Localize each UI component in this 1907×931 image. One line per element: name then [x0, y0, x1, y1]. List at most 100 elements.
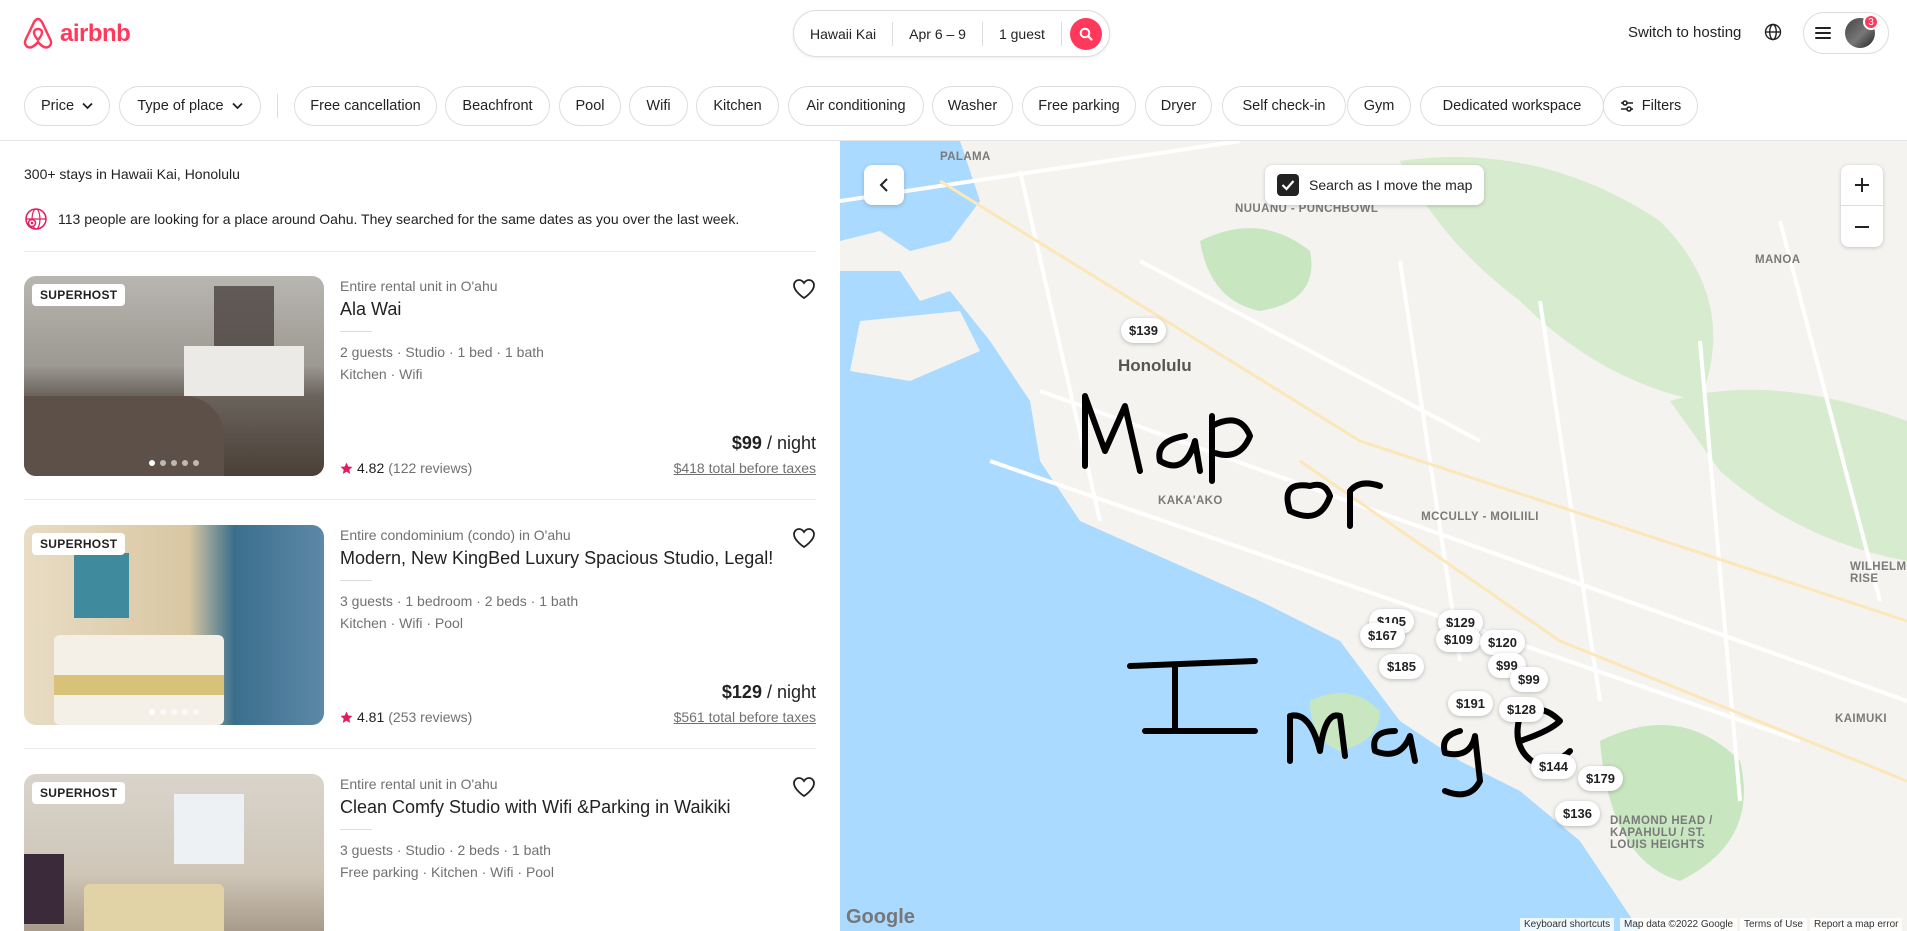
listing-title[interactable]: Ala Wai: [340, 299, 401, 320]
heart-icon[interactable]: [792, 278, 816, 300]
divider: [24, 251, 816, 252]
keyboard-shortcuts-link[interactable]: Keyboard shortcuts: [1520, 918, 1615, 931]
chip-kitchen[interactable]: Kitchen: [696, 86, 779, 126]
heart-icon[interactable]: [792, 527, 816, 549]
demand-notice-text: 113 people are looking for a place aroun…: [58, 211, 740, 227]
chevron-left-icon: [879, 178, 888, 192]
plus-icon: [1855, 178, 1869, 192]
chevron-down-icon: [231, 102, 243, 110]
price-filter-button[interactable]: Price: [24, 86, 110, 126]
price-pin[interactable]: $136: [1555, 801, 1600, 826]
airbnb-logo[interactable]: airbnb: [22, 17, 131, 50]
listing-card[interactable]: SUPERHOST Entire condominium (condo) in …: [24, 525, 816, 725]
search-location[interactable]: Hawaii Kai: [794, 21, 894, 46]
map-data-text: Map data ©2022 Google: [1620, 918, 1738, 931]
notification-badge: 3: [1863, 14, 1879, 30]
listing-title[interactable]: Clean Comfy Studio with Wifi &Parking in…: [340, 797, 730, 818]
chip-dryer[interactable]: Dryer: [1145, 86, 1212, 126]
superhost-badge: SUPERHOST: [32, 533, 126, 555]
map-panel[interactable]: PALAMA NUUANU - PUNCHBOWL MANOA Honolulu…: [840, 141, 1907, 931]
chip-wifi[interactable]: Wifi: [629, 86, 688, 126]
search-location-text: Hawaii Kai: [810, 25, 877, 42]
listing-photo[interactable]: SUPERHOST: [24, 774, 324, 931]
map-label-moiliili: MCCULLY - MOILIILI: [1421, 511, 1539, 523]
terms-of-use-link[interactable]: Terms of Use: [1740, 918, 1807, 931]
total-price-link[interactable]: $561 total before taxes: [674, 709, 816, 725]
listing-card[interactable]: SUPERHOST Entire rental unit in O'ahu Al…: [24, 276, 816, 476]
zoom-in-button[interactable]: [1841, 165, 1883, 206]
chip-free-cancellation[interactable]: Free cancellation: [294, 86, 437, 126]
counter-shape: [184, 346, 304, 396]
listing-amenities: Kitchen · Wifi: [340, 366, 423, 382]
listing-subtitle: Entire condominium (condo) in O'ahu: [340, 527, 571, 543]
checkbox-checked-icon: [1277, 174, 1299, 196]
chip-dedicated-workspace[interactable]: Dedicated workspace: [1420, 86, 1604, 126]
google-logo: Google: [846, 906, 915, 928]
search-button[interactable]: [1070, 18, 1102, 50]
chip-pool[interactable]: Pool: [559, 86, 621, 126]
bed-runner-shape: [54, 675, 224, 695]
photo-carousel-dots: [24, 460, 324, 466]
globe-icon[interactable]: [1764, 23, 1782, 41]
filter-bar: Price Type of place Free cancellation Be…: [0, 66, 1907, 141]
price-pin[interactable]: $144: [1531, 754, 1576, 779]
chip-free-parking[interactable]: Free parking: [1022, 86, 1136, 126]
map-label-kaimuki: KAIMUKI: [1835, 713, 1887, 725]
search-dates[interactable]: Apr 6 – 9: [893, 21, 983, 46]
bed-shape: [84, 884, 224, 931]
chip-air-conditioning[interactable]: Air conditioning: [788, 86, 924, 126]
total-price-link[interactable]: $418 total before taxes: [674, 460, 816, 476]
listing-amenities: Kitchen · Wifi · Pool: [340, 615, 463, 631]
chip-washer[interactable]: Washer: [932, 86, 1013, 126]
listing-subtitle: Entire rental unit in O'ahu: [340, 776, 498, 792]
chip-gym[interactable]: Gym: [1347, 86, 1411, 126]
price-pin[interactable]: $109: [1436, 627, 1481, 652]
price-pin[interactable]: $185: [1379, 654, 1424, 679]
search-bar[interactable]: Hawaii Kai Apr 6 – 9 1 guest: [793, 10, 1110, 57]
star-icon: [340, 711, 353, 723]
brand-name: airbnb: [60, 19, 131, 47]
search-as-i-move-toggle[interactable]: Search as I move the map: [1265, 165, 1485, 205]
price-pin[interactable]: $99: [1510, 667, 1548, 692]
price-filter-label: Price: [40, 98, 75, 114]
map-label-wilhelmina: WILHELMINA RISE: [1850, 561, 1907, 585]
price-pin[interactable]: $139: [1121, 318, 1166, 343]
price-pin[interactable]: $191: [1448, 691, 1493, 716]
listing-card[interactable]: SUPERHOST Entire rental unit in O'ahu Cl…: [24, 774, 816, 931]
search-guests-text: 1 guest: [998, 25, 1045, 42]
short-divider: [340, 829, 372, 830]
listing-photo[interactable]: SUPERHOST: [24, 525, 324, 725]
chip-beachfront[interactable]: Beachfront: [445, 86, 550, 126]
price-pin[interactable]: $120: [1480, 630, 1525, 655]
chevron-down-icon: [82, 102, 93, 110]
window-shape: [174, 794, 244, 864]
type-of-place-filter-button[interactable]: Type of place: [119, 86, 261, 126]
user-menu-button[interactable]: 3: [1803, 12, 1889, 54]
search-guests[interactable]: 1 guest: [983, 21, 1062, 46]
hamburger-icon: [1815, 27, 1831, 39]
price-pin[interactable]: $128: [1499, 697, 1544, 722]
price-unit: / night: [761, 682, 816, 702]
listing-details: 2 guests · Studio · 1 bed · 1 bath: [340, 344, 544, 360]
photo-carousel-dots: [24, 709, 324, 715]
map-background: [840, 141, 1907, 931]
heart-icon[interactable]: [792, 776, 816, 798]
listing-photo[interactable]: SUPERHOST: [24, 276, 324, 476]
listing-title[interactable]: Modern, New KingBed Luxury Spacious Stud…: [340, 548, 773, 569]
minus-icon: [1855, 225, 1869, 228]
search-icon: [1079, 27, 1093, 41]
chip-self-check-in[interactable]: Self check-in: [1222, 86, 1346, 126]
price-pin[interactable]: $179: [1578, 766, 1623, 791]
price-value: $129: [721, 682, 762, 702]
switch-to-hosting-link[interactable]: Switch to hosting: [1628, 24, 1741, 41]
report-map-error-link[interactable]: Report a map error: [1810, 918, 1903, 931]
search-dates-text: Apr 6 – 9: [909, 25, 966, 42]
zoom-out-button[interactable]: [1841, 206, 1883, 247]
rating-value: 4.81: [357, 709, 385, 725]
divider: [24, 748, 816, 749]
zoom-controls: [1841, 165, 1883, 247]
collapse-map-button[interactable]: [864, 165, 904, 205]
price-pin[interactable]: $167: [1360, 623, 1405, 648]
listings-pane: 300+ stays in Hawaii Kai, Honolulu 113 p…: [0, 141, 840, 931]
filters-button[interactable]: Filters: [1603, 86, 1698, 126]
